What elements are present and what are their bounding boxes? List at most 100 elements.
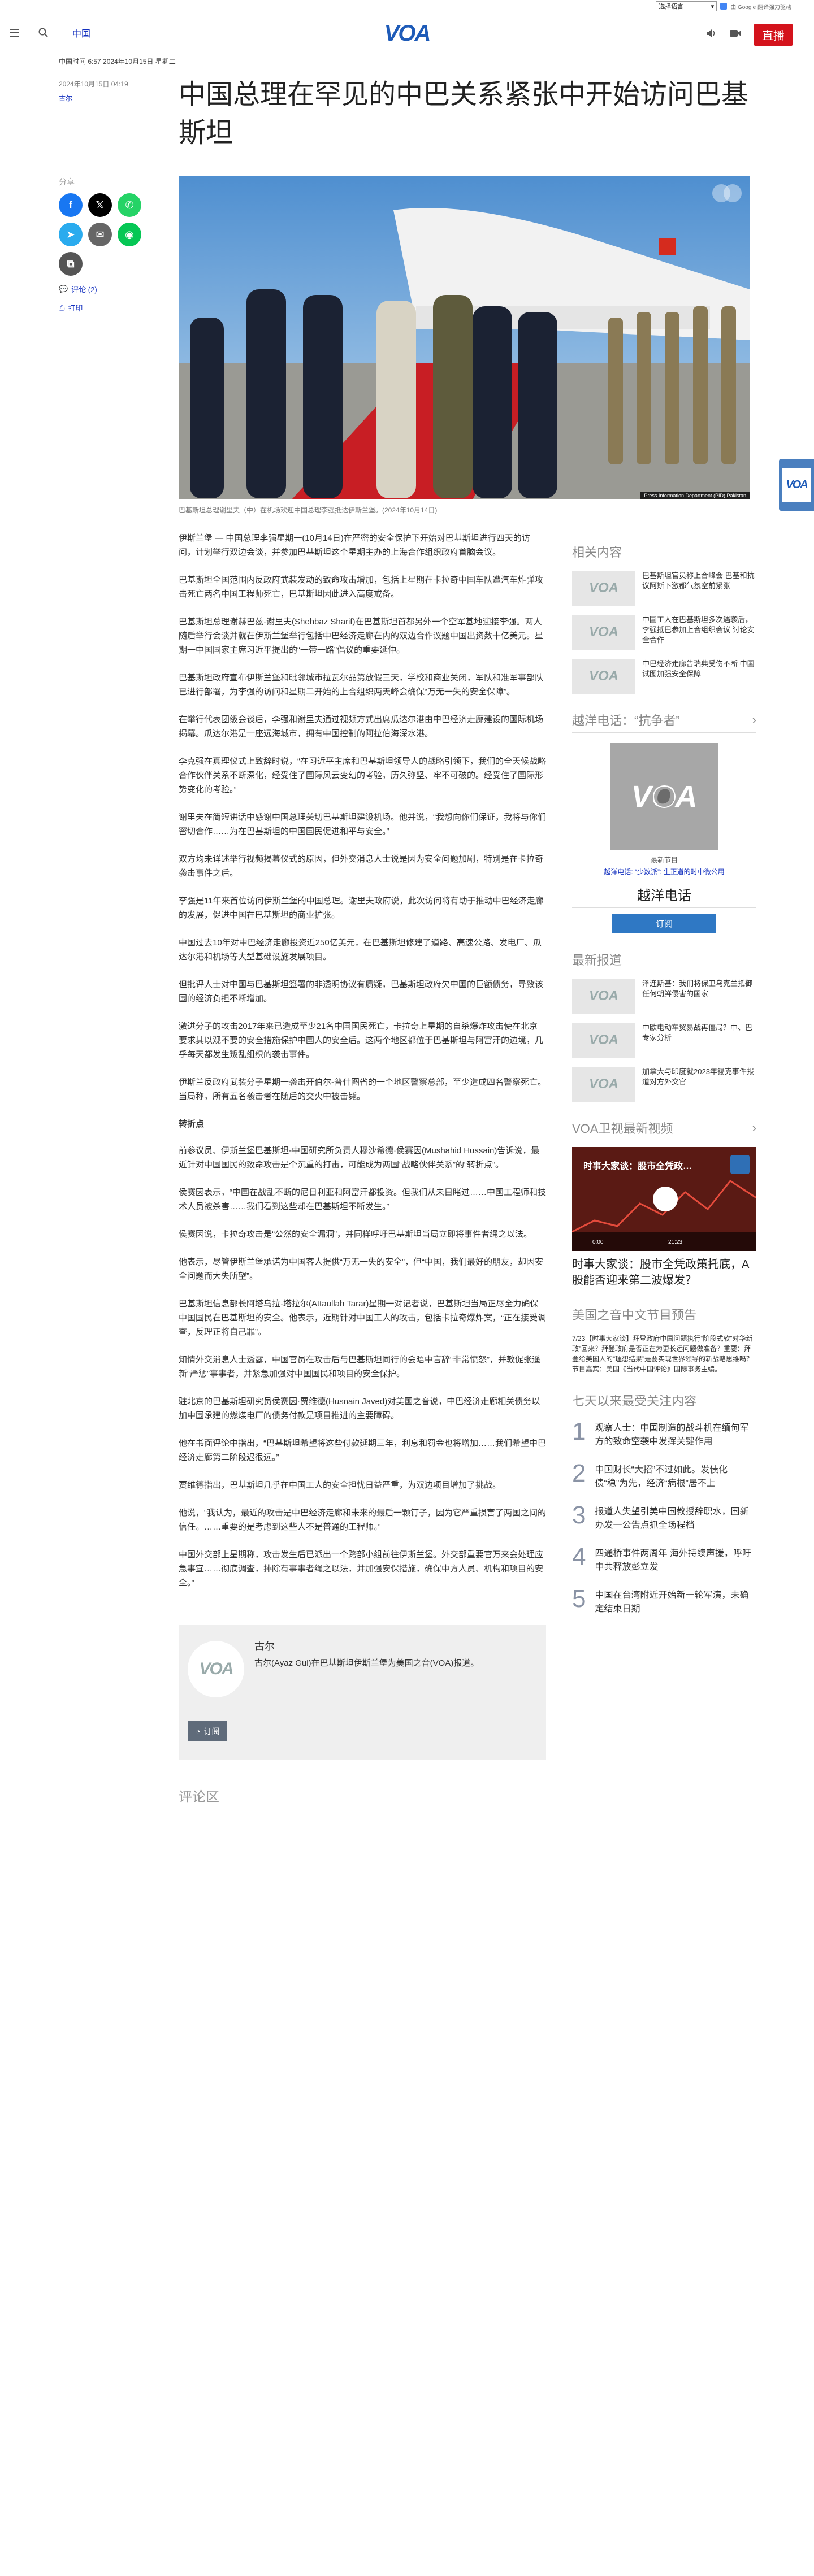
facebook-icon[interactable]: f [59, 193, 83, 217]
thumbnail: VOA [572, 571, 635, 606]
voa-logo[interactable]: VOA [379, 20, 435, 46]
side-tab-inner: VOA [782, 468, 811, 502]
floating-side-tab[interactable]: VOA [779, 459, 814, 511]
voa-logo-thumb: VOA [588, 1032, 618, 1048]
audio-icon[interactable] [705, 28, 717, 41]
chevron-down-icon: ▾ [711, 3, 715, 10]
whatsapp-icon[interactable]: ✆ [118, 193, 141, 217]
paragraph: 巴基斯坦政府宣布伊斯兰堡和毗邻城市拉瓦尔品第放假三天，学校和商业关闭，军队和准军… [179, 673, 544, 697]
paragraph: 激进分子的攻击2017年来已造成至少21名中国国民死亡，卡拉奇上星期的自杀爆炸攻… [179, 1022, 544, 1059]
live-button[interactable]: 直播 [754, 24, 793, 46]
paragraph: 巴基斯坦全国范围内反政府武装发动的致命攻击增加，包括上星期在卡拉奇中国车队遭汽车… [179, 575, 544, 599]
author-subscribe-button[interactable]: ◔ 订阅 [188, 1721, 228, 1741]
paragraph: 他说，“我认为，最近的攻击是中巴经济走廊和未来的最后一颗钉子，因为它严重损害了两… [179, 1508, 546, 1532]
latest-item[interactable]: VOA 加拿大与印度就2023年锡克事件报道对方外交官 [572, 1067, 756, 1102]
voa-logo-thumb: VOA [588, 624, 618, 640]
video-caption[interactable]: 时事大家谈：股市全凭政策托底，A股能否迎来第二波爆发？ [572, 1257, 756, 1288]
share-panel: 分享 f 𝕏 ✆ ➤ ✉ ◉ ⧉ 💬 评论 (2) ⎙ 打印 [59, 176, 161, 313]
header-actions: 直播 [705, 24, 793, 46]
video-icon[interactable] [729, 29, 742, 41]
most-viewed-item[interactable]: 3 报道人失望引美中国教授辞职水，国新办发一公告点抓全场程档 [572, 1503, 756, 1532]
x-icon[interactable]: 𝕏 [88, 193, 112, 217]
latest-title: 最新报道 [572, 953, 622, 967]
podcast-section-title[interactable]: 越洋电话：“抗争者” [572, 711, 680, 729]
most-viewed-item[interactable]: 1 观察人士：中国制造的战斗机在缅甸军方的致命空袭中发挥关键作用 [572, 1419, 756, 1449]
site-header: 中国 VOA 直播 [0, 12, 814, 53]
most-viewed-item-title: 中国财长“大招”不过如此。发债化债“稳”为先，经济“病根”居不上 [595, 1465, 728, 1488]
search-icon[interactable] [29, 12, 58, 53]
podcast-latest-label: 最新节目 [650, 856, 678, 864]
related-item[interactable]: VOA 中国工人在巴基斯坦多次遇袭后，李强抵巴参加上合组织会议 讨论安全合作 [572, 615, 756, 650]
voa-logo-avatar: VOA [199, 1660, 233, 1678]
most-viewed-item[interactable]: 5 中国在台湾附近开始新一轮军演，未确定结束日期 [572, 1587, 756, 1616]
related-item[interactable]: VOA 中巴经济走廊告瑞典受伤不断 中国试图加强安全保障 [572, 659, 756, 694]
latest-item[interactable]: VOA 泽连斯基：我们将保卫乌克兰抵御任何朝鲜侵害的国家 [572, 979, 756, 1014]
voa-logo-thumb: VOA [588, 988, 618, 1004]
menu-icon[interactable] [0, 12, 29, 53]
podcast-subscribe-button[interactable]: 订阅 [612, 914, 716, 933]
rank-number: 4 [572, 1543, 586, 1571]
print-link-label: 打印 [68, 304, 83, 312]
podcast-cover[interactable]: VOA [610, 743, 718, 850]
voa-logo-thumb: VOA [588, 1076, 618, 1092]
program-schedule-text: 7/23【时事大家谈】拜登政府中国问题执行“阶段式软”对华新政”回来？拜登政府是… [572, 1335, 753, 1373]
article-date: 2024年10月15日 04:19 [59, 80, 128, 88]
video-player[interactable]: 时事大家谈：股市全凭政… 0:00 21:23 [572, 1147, 756, 1251]
chevron-right-icon[interactable]: › [752, 1120, 756, 1135]
author-avatar: VOA [188, 1641, 244, 1697]
latest-item[interactable]: VOA 中欧电动车贸易战再僵局？中、巴专家分析 [572, 1023, 756, 1058]
paragraph: 侯赛因表示，“中国在战乱不断的尼日利亚和阿富汗都投资。但我们从未目睹过……中国工… [179, 1188, 546, 1211]
copy-link-icon[interactable]: ⧉ [59, 252, 83, 276]
paragraph: 伊斯兰堡 — 中国总理李强星期一(10月14日)在严密的安全保护下开始对巴基斯坦… [179, 533, 530, 557]
paragraph: 巴基斯坦信息部长阿塔乌拉·塔拉尔(Attaullah Tarar)星期一对记者说… [179, 1299, 546, 1337]
chevron-right-icon[interactable]: › [752, 713, 756, 727]
rank-number: 5 [572, 1585, 586, 1613]
nav-china-link[interactable]: 中国 [72, 26, 90, 40]
share-label: 分享 [59, 177, 75, 186]
podcast-latest-episode[interactable]: 越洋电话: “少数派”: 生正道的时中微公用 [572, 867, 756, 876]
expand-icon[interactable] [724, 184, 742, 202]
latest-item-title: 中欧电动车贸易战再僵局？中、巴专家分析 [642, 1023, 753, 1042]
hero-image: Press Information Department (PID) Pakis… [179, 176, 750, 499]
article-meta: 2024年10月15日 04:19 古尔 [59, 79, 155, 103]
paragraph: 前参议员、伊斯兰堡巴基斯坦-中国研究所负责人穆沙希德·侯赛因(Mushahid … [179, 1146, 540, 1170]
paragraph: 中国外交部上星期称，攻击发生后已派出一个跨部小组前往伊斯兰堡。外交部重要官万来会… [179, 1550, 544, 1588]
play-icon[interactable] [653, 1187, 678, 1211]
comments-section-title: 评论区 [179, 1786, 546, 1809]
email-icon[interactable]: ✉ [88, 223, 112, 246]
thumbnail: VOA [572, 1067, 635, 1102]
print-icon: ⎙ [59, 303, 65, 312]
telegram-icon[interactable]: ➤ [59, 223, 83, 246]
section-heading: 转折点 [179, 1119, 205, 1129]
translate-powered: 由 Google 翻译强力驱动 [730, 4, 791, 11]
paragraph: 巴基斯坦总理谢赫巴兹·谢里夫(Shehbaz Sharif)在巴基斯坦首都另外一… [179, 617, 544, 655]
comment-icon: 💬 [59, 284, 68, 293]
paragraph: 伊斯兰反政府武装分子星期一袭击开伯尔-普什图省的一个地区警察总部，至少造成四名警… [179, 1078, 546, 1101]
author-link[interactable]: 古尔 [59, 93, 155, 103]
paragraph: 李克强在真理仪式上致辞时说，“在习近平主席和巴基斯坦领导人的战略引领下，我们的全… [179, 757, 546, 794]
paragraph: 贾维德指出，巴基斯坦几乎在中国工人的安全担忧日益严重，为双边项目增加了挑战。 [179, 1480, 501, 1490]
image-caption: 巴基斯坦总理谢里夫（中）在机场欢迎中国总理李强抵达伊斯兰堡。(2024年10月1… [179, 506, 438, 514]
paragraph: 在举行代表团级会谈后，李强和谢里夫通过视频方式出席瓜达尔港由中巴经济走廊建设的国… [179, 715, 544, 739]
paragraph: 他在书面评论中指出，“巴基斯坦希望将这些付款延期三年，利息和罚金也将增加……我们… [179, 1439, 546, 1462]
most-viewed-item-title: 观察人士：中国制造的战斗机在缅甸军方的致命空袭中发挥关键作用 [595, 1423, 749, 1446]
paragraph: 他表示，尽管伊斯兰堡承诺为中国客人提供“万无一失的安全”，但“中国，我们最好的朋… [179, 1257, 543, 1281]
comments-link[interactable]: 💬 评论 (2) [59, 284, 161, 294]
play-icon[interactable] [653, 785, 676, 808]
related-item[interactable]: VOA 巴基斯坦官员称上合峰会 巴基和抗议阿斯下激都气氛空前紧张 [572, 571, 756, 606]
line-icon[interactable]: ◉ [118, 223, 141, 246]
voa-logo-thumb: VOA [588, 668, 618, 684]
most-viewed-item[interactable]: 2 中国财长“大招”不过如此。发债化债“稳”为先，经济“病根”居不上 [572, 1461, 756, 1491]
thumbnail: VOA [572, 659, 635, 694]
print-link[interactable]: ⎙ 打印 [59, 302, 161, 313]
paragraph: 中国过去10年对中巴经济走廊投资近250亿美元，在巴基斯坦修建了道路、高速公路、… [179, 938, 542, 962]
article-body: 伊斯兰堡 — 中国总理李强星期一(10月14日)在严密的安全保护下开始对巴基斯坦… [179, 531, 546, 1604]
paragraph: 侯赛因说，卡拉奇攻击是“公然的安全漏洞”，并同样呼吁巴基斯坦当局立即将事件者绳之… [179, 1230, 532, 1239]
most-viewed-title: 七天以来最受关注内容 [572, 1394, 697, 1408]
language-select[interactable]: 选择语言 ▾ [656, 1, 717, 11]
most-viewed-item[interactable]: 4 四通桥事件两周年 海外持续声援，呼吁中共释放彭立发 [572, 1545, 756, 1574]
voa-logo-text: VOA [384, 20, 431, 46]
related-item-title: 中国工人在巴基斯坦多次遇袭后，李强抵巴参加上合组织会议 讨论安全合作 [642, 615, 755, 644]
voa-logo-side: VOA [786, 478, 808, 491]
video-section-title[interactable]: VOA卫视最新视频 [572, 1119, 673, 1137]
